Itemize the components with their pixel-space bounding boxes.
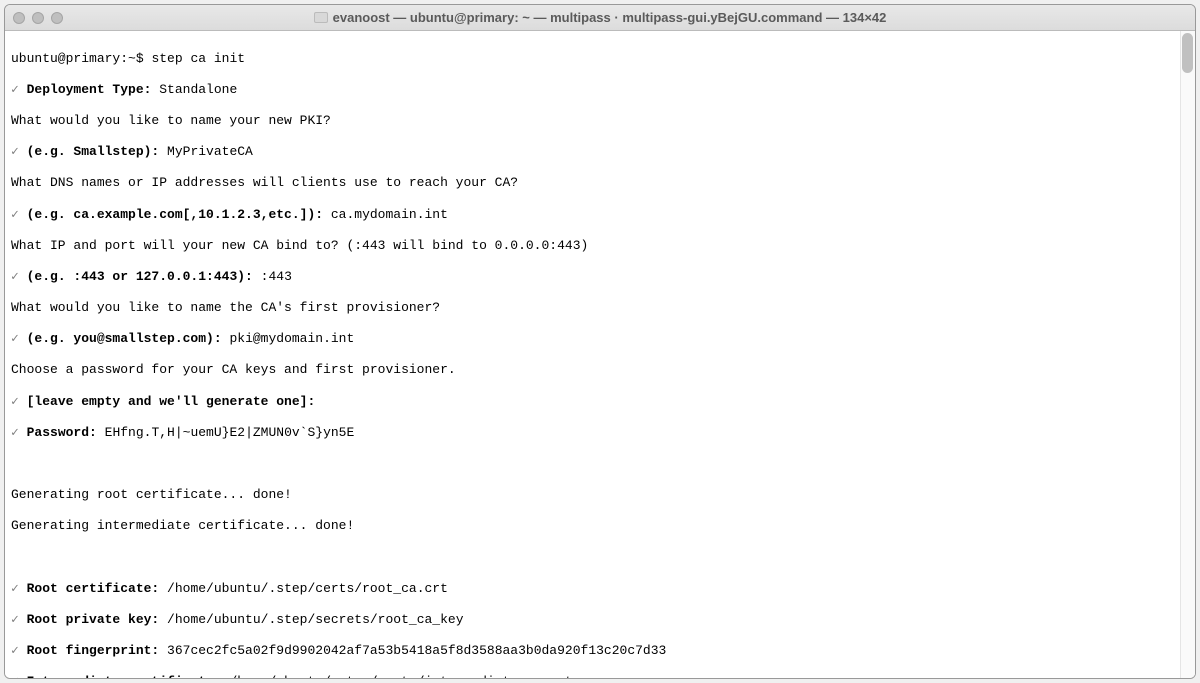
- check-icon: ✓: [11, 394, 19, 410]
- path: /home/ubuntu/.step/certs/root_ca.crt: [167, 581, 448, 596]
- hint: (e.g. Smallstep):: [27, 144, 160, 159]
- check-icon: ✓: [11, 674, 19, 678]
- output-line: ✓ Deployment Type: Standalone: [11, 82, 1189, 98]
- check-icon: ✓: [11, 425, 19, 441]
- label: Intermediate certificate:: [27, 674, 222, 678]
- label: Root fingerprint:: [27, 643, 160, 658]
- output-line: ✓ (e.g. you@smallstep.com): pki@mydomain…: [11, 331, 1189, 347]
- output-line: Choose a password for your CA keys and f…: [11, 362, 1189, 378]
- output-line: ✓ Intermediate certificate: /home/ubuntu…: [11, 674, 1189, 678]
- check-icon: ✓: [11, 612, 19, 628]
- path: /home/ubuntu/.step/secrets/root_ca_key: [167, 612, 463, 627]
- answer: :443: [261, 269, 292, 284]
- terminal-window: evanoost — ubuntu@primary: ~ — multipass…: [4, 4, 1196, 679]
- command: step ca init: [151, 51, 245, 66]
- output-line: ✓ Root fingerprint: 367cec2fc5a02f9d9902…: [11, 643, 1189, 659]
- traffic-lights: [13, 12, 63, 24]
- check-icon: ✓: [11, 144, 19, 160]
- output-line: ✓ [leave empty and we'll generate one]:: [11, 394, 1189, 410]
- scrollbar-thumb[interactable]: [1182, 33, 1193, 73]
- answer: ca.mydomain.int: [331, 207, 448, 222]
- output-line: ✓ (e.g. ca.example.com[,10.1.2.3,etc.]):…: [11, 207, 1189, 223]
- window-title-text: evanoost — ubuntu@primary: ~ — multipass…: [333, 10, 887, 25]
- hint: (e.g. :443 or 127.0.0.1:443):: [27, 269, 253, 284]
- check-icon: ✓: [11, 269, 19, 285]
- output-line: What IP and port will your new CA bind t…: [11, 238, 1189, 254]
- prompt-line: ubuntu@primary:~$ step ca init: [11, 51, 1189, 67]
- output-line: What would you like to name your new PKI…: [11, 113, 1189, 129]
- path: /home/ubuntu/.step/certs/intermediate_ca…: [229, 674, 572, 678]
- shell-prompt: ubuntu@primary:~$: [11, 51, 144, 66]
- blank-line: [11, 456, 1189, 472]
- label: Root private key:: [27, 612, 160, 627]
- scrollbar[interactable]: [1180, 31, 1195, 678]
- answer: pki@mydomain.int: [229, 331, 354, 346]
- output-line: ✓ (e.g. :443 or 127.0.0.1:443): :443: [11, 269, 1189, 285]
- label: Password:: [27, 425, 97, 440]
- minimize-icon[interactable]: [32, 12, 44, 24]
- value: Standalone: [159, 82, 237, 97]
- close-icon[interactable]: [13, 12, 25, 24]
- fingerprint: 367cec2fc5a02f9d9902042af7a53b5418a5f8d3…: [167, 643, 666, 658]
- check-icon: ✓: [11, 207, 19, 223]
- output-line: What would you like to name the CA's fir…: [11, 300, 1189, 316]
- blank-line: [11, 550, 1189, 566]
- output-line: Generating intermediate certificate... d…: [11, 518, 1189, 534]
- output-line: Generating root certificate... done!: [11, 487, 1189, 503]
- output-line: ✓ Root certificate: /home/ubuntu/.step/c…: [11, 581, 1189, 597]
- hint: (e.g. ca.example.com[,10.1.2.3,etc.]):: [27, 207, 323, 222]
- label: Deployment Type:: [27, 82, 152, 97]
- output-line: What DNS names or IP addresses will clie…: [11, 175, 1189, 191]
- folder-icon: [314, 12, 328, 23]
- password-value: EHfng.T,H|~uemU}E2|ZMUN0v`S}yn5E: [105, 425, 355, 440]
- check-icon: ✓: [11, 82, 19, 98]
- terminal-body[interactable]: ubuntu@primary:~$ step ca init ✓ Deploym…: [5, 31, 1195, 678]
- output-line: ✓ Root private key: /home/ubuntu/.step/s…: [11, 612, 1189, 628]
- titlebar[interactable]: evanoost — ubuntu@primary: ~ — multipass…: [5, 5, 1195, 31]
- hint: [leave empty and we'll generate one]:: [27, 394, 316, 409]
- check-icon: ✓: [11, 581, 19, 597]
- label: Root certificate:: [27, 581, 160, 596]
- zoom-icon[interactable]: [51, 12, 63, 24]
- check-icon: ✓: [11, 331, 19, 347]
- window-title: evanoost — ubuntu@primary: ~ — multipass…: [5, 10, 1195, 25]
- hint: (e.g. you@smallstep.com):: [27, 331, 222, 346]
- check-icon: ✓: [11, 643, 19, 659]
- answer: MyPrivateCA: [167, 144, 253, 159]
- output-line: ✓ Password: EHfng.T,H|~uemU}E2|ZMUN0v`S}…: [11, 425, 1189, 441]
- output-line: ✓ (e.g. Smallstep): MyPrivateCA: [11, 144, 1189, 160]
